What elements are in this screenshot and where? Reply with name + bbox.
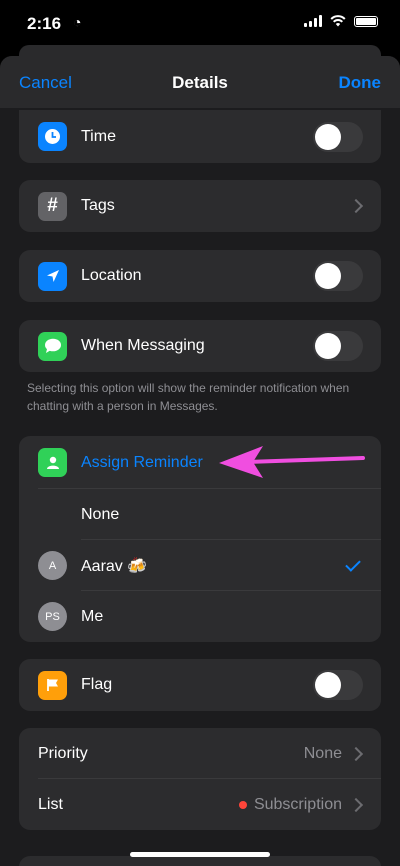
flag-toggle[interactable] bbox=[313, 670, 363, 700]
annotation-arrow-icon bbox=[219, 446, 365, 478]
messaging-label: When Messaging bbox=[81, 337, 205, 354]
chevron-right-icon bbox=[348, 198, 364, 214]
messaging-footnote: Selecting this option will show the remi… bbox=[27, 381, 350, 413]
flag-row[interactable]: Flag bbox=[19, 659, 381, 711]
location-row[interactable]: Location bbox=[19, 250, 381, 302]
clock-icon bbox=[38, 122, 67, 151]
chevron-right-icon bbox=[348, 746, 364, 761]
battery-icon bbox=[354, 15, 378, 27]
location-label: Location bbox=[81, 267, 142, 284]
tags-label: Tags bbox=[81, 197, 115, 214]
person-icon bbox=[38, 448, 67, 477]
time-row[interactable]: Time bbox=[19, 110, 381, 163]
location-arrow-icon bbox=[38, 261, 67, 291]
location-toggle[interactable] bbox=[313, 261, 363, 291]
flag-icon bbox=[38, 670, 67, 700]
list-row[interactable]: List Subscription bbox=[19, 779, 381, 830]
status-time: 2:16 bbox=[27, 14, 62, 33]
assignee-row-me[interactable]: PS Me bbox=[19, 591, 381, 642]
messaging-toggle[interactable] bbox=[313, 331, 363, 361]
none-label: None bbox=[81, 505, 120, 523]
details-sheet: Cancel Details Done Time # Tags Location bbox=[0, 56, 400, 866]
cellular-signal-icon bbox=[304, 15, 322, 27]
navigation-bar: Cancel Details Done bbox=[0, 56, 400, 108]
hashtag-icon: # bbox=[38, 191, 67, 221]
done-button[interactable]: Done bbox=[339, 73, 382, 93]
assign-group: Assign Reminder None A Aarav 🍻 PS Me bbox=[19, 436, 381, 642]
tags-row[interactable]: # Tags bbox=[19, 180, 381, 232]
time-group: Time bbox=[19, 110, 381, 163]
assignee-name: Me bbox=[81, 607, 104, 625]
flag-group: Flag bbox=[19, 659, 381, 711]
messaging-row[interactable]: When Messaging bbox=[19, 320, 381, 372]
focus-mode-icon: ◔ bbox=[73, 14, 82, 30]
priority-label: Priority bbox=[38, 744, 88, 762]
next-group-partial bbox=[19, 856, 381, 866]
priority-row[interactable]: Priority None bbox=[19, 728, 381, 779]
home-indicator[interactable] bbox=[130, 852, 270, 857]
priority-value: None bbox=[303, 744, 342, 762]
assignee-row-aarav[interactable]: A Aarav 🍻 bbox=[19, 540, 381, 591]
priority-list-group: Priority None List Subscription bbox=[19, 728, 381, 830]
assign-reminder-label: Assign Reminder bbox=[81, 453, 203, 471]
message-bubble-icon bbox=[38, 331, 67, 361]
time-toggle[interactable] bbox=[313, 121, 363, 152]
avatar: A bbox=[38, 551, 67, 580]
status-bar: 2:16 ◔ bbox=[0, 0, 400, 44]
checkmark-icon bbox=[345, 555, 361, 572]
location-group: Location bbox=[19, 250, 381, 302]
list-color-dot bbox=[239, 800, 247, 809]
wifi-icon bbox=[330, 15, 346, 27]
flag-label: Flag bbox=[81, 676, 113, 693]
assignee-none-row[interactable]: None bbox=[19, 489, 381, 540]
assign-reminder-row[interactable]: Assign Reminder bbox=[19, 436, 381, 489]
chevron-right-icon bbox=[348, 797, 364, 812]
avatar: PS bbox=[38, 602, 67, 631]
list-value: Subscription bbox=[253, 795, 342, 813]
tags-group: # Tags bbox=[19, 180, 381, 232]
status-icons bbox=[304, 15, 378, 27]
time-label: Time bbox=[81, 127, 116, 145]
list-label: List bbox=[38, 795, 63, 813]
messaging-group: When Messaging bbox=[19, 320, 381, 372]
assignee-name: Aarav 🍻 bbox=[81, 557, 148, 575]
